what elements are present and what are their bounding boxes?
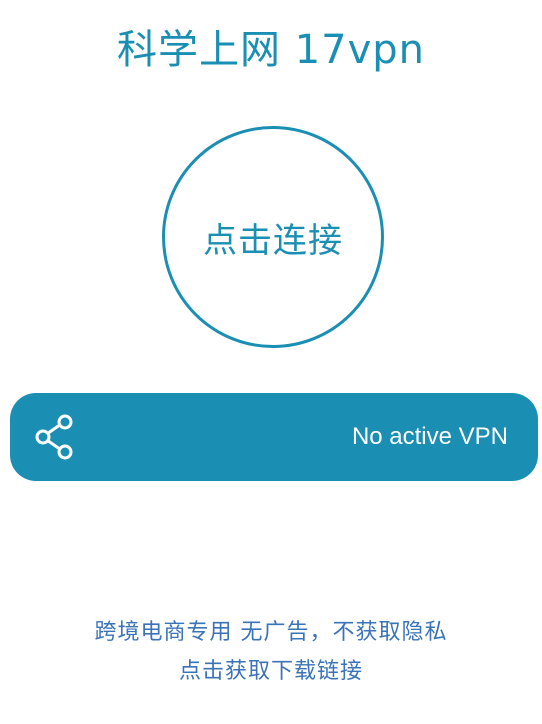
connect-button-label: 点击连接 bbox=[203, 220, 343, 261]
connect-button[interactable]: 点击连接 bbox=[162, 126, 384, 348]
app-title: 科学上网 17vpn bbox=[116, 27, 426, 73]
vpn-status-text: No active VPN bbox=[351, 423, 508, 450]
download-link[interactable]: 点击获取下载链接 bbox=[0, 653, 542, 685]
promo-text: 跨境电商专用 无广告，不获取隐私 bbox=[94, 620, 448, 645]
app-screen: 科学上网 17vpn 点击连接 No active VPN 跨境电商专用 无广告… bbox=[0, 0, 542, 724]
vpn-status-bar: No active VPN bbox=[10, 393, 538, 481]
share-icon[interactable] bbox=[34, 414, 76, 460]
